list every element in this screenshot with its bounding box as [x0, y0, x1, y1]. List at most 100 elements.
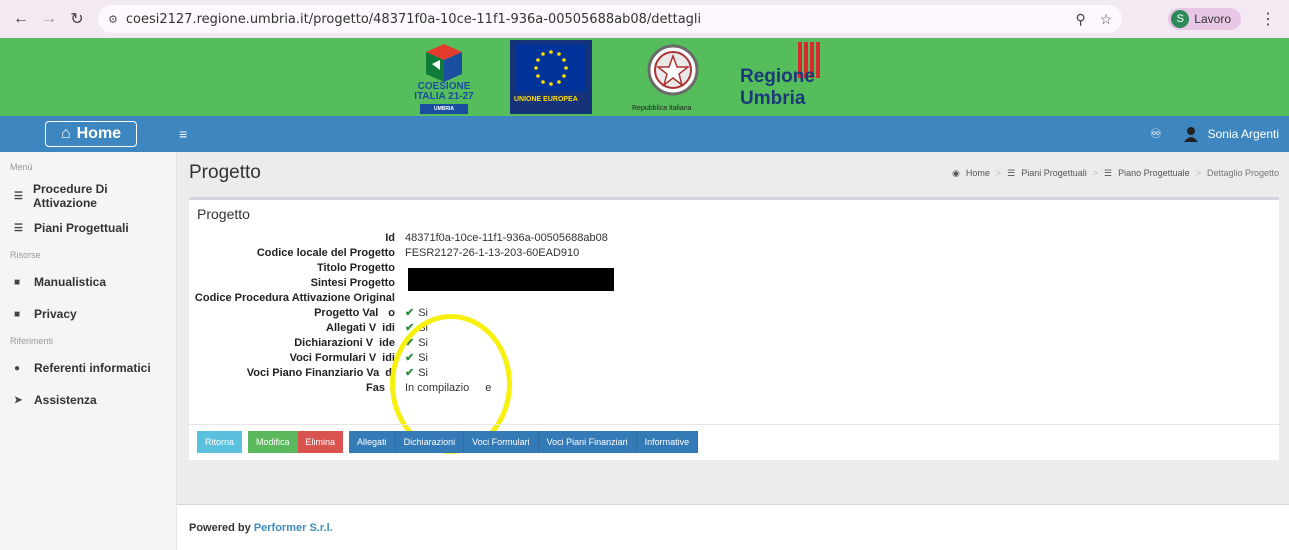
folder-icon: ■: [14, 308, 21, 320]
sign-in-icon: ➤: [14, 394, 23, 406]
sidebar-item-referenti[interactable]: ● Referenti informatici: [0, 352, 176, 384]
detail-row-dichiarazioni: Dichiarazioni Vide ✔ Si: [189, 335, 1279, 350]
breadcrumb-piano[interactable]: Piano Progettuale: [1118, 168, 1190, 178]
breadcrumb-home[interactable]: Home: [966, 168, 990, 178]
detail-row-piano-finanziario: Voci Piano Finanziario Va di ✔ Si: [189, 365, 1279, 380]
list-icon: ☰: [1104, 167, 1113, 178]
dichiarazioni-label: Dichiarazioni Vide: [294, 336, 395, 349]
sidebar-item-manualistica[interactable]: ■ Manualistica: [0, 266, 176, 298]
allegati-button[interactable]: Allegati: [349, 431, 396, 453]
breadcrumb-piani[interactable]: Piani Progettuali: [1021, 168, 1087, 178]
zoom-icon[interactable]: ⚲: [1075, 11, 1085, 28]
sidebar-item-privacy[interactable]: ■ Privacy: [0, 298, 176, 330]
voci-formulari-button[interactable]: Voci Formulari: [464, 431, 539, 453]
sidebar-item-label: Privacy: [34, 307, 77, 321]
browser-toolbar: ← → ↻ ⚙ coesi2127.regione.umbria.it/prog…: [0, 0, 1289, 38]
breadcrumb-separator: >: [1195, 168, 1201, 178]
umbria-label: Regione Umbria: [740, 66, 815, 109]
user-icon: [1183, 127, 1198, 142]
ritorna-button[interactable]: Ritorna: [197, 431, 243, 453]
redaction-block: [408, 268, 614, 291]
profile-button[interactable]: S Lavoro: [1168, 8, 1241, 30]
url-text: coesi2127.regione.umbria.it/progetto/483…: [125, 11, 702, 27]
detail-row-valido: Progetto Val o ✔ Si: [189, 305, 1279, 320]
sidebar-item-label: Procedure Di Attivazione: [32, 182, 108, 210]
coesione-line3: UMBRIA: [420, 104, 468, 114]
home-label: Home: [76, 125, 122, 142]
sidebar: Menù ☰ Procedure Di Attivazione ☰ Piani …: [0, 152, 177, 550]
sidebar-item-label: Piani Progettuali: [34, 221, 129, 235]
fase-label: Fas: [366, 381, 385, 394]
piano-finanziario-label: Voci Piano Finanziario Va di: [246, 366, 395, 379]
list-icon: ☰: [14, 190, 23, 202]
voci-piani-finanziari-button[interactable]: Voci Piani Finanziari: [538, 431, 637, 453]
main-content: Progetto ◉ Home > ☰ Piani Progettuali > …: [177, 152, 1289, 550]
project-detail-box: Progetto Id 48371f0a-10ce-11f1-936a-0050…: [189, 197, 1279, 460]
repubblica-label: Repubblica Italiana: [632, 105, 692, 112]
sidebar-item-procedure[interactable]: ☰ Procedure Di Attivazione: [0, 180, 176, 212]
detail-row-voci-formulari: Voci Formulari Vidi ✔ Si: [189, 350, 1279, 365]
codice-value: FESR2127-26-1-13-203-60EAD910: [405, 246, 580, 259]
breadcrumb: ◉ Home > ☰ Piani Progettuali > ☰ Piano P…: [952, 168, 1279, 179]
breadcrumb-current: Dettaglio Progetto: [1206, 168, 1279, 178]
codice-label: Codice locale del Progetto: [256, 246, 395, 259]
id-value: 48371f0a-10ce-11f1-936a-00505688ab08: [405, 231, 608, 244]
eu-logo: UNIONE EUROPEA: [510, 40, 592, 114]
sidebar-section-risorse: Risorse: [10, 250, 41, 260]
sidebar-item-label: Assistenza: [34, 393, 97, 407]
sidebar-item-assistenza[interactable]: ➤ Assistenza: [0, 384, 176, 416]
detail-list: Id 48371f0a-10ce-11f1-936a-00505688ab08 …: [189, 230, 1279, 395]
sidebar-item-piani[interactable]: ☰ Piani Progettuali: [0, 212, 176, 244]
procedura-label: Codice Procedura Attivazione Original: [194, 291, 395, 304]
coesione-italia-logo: COESIONE ITALIA 21-27 UMBRIA: [412, 42, 476, 114]
performer-link[interactable]: Performer S.r.l.: [254, 522, 333, 534]
modifica-button[interactable]: Modifica: [248, 431, 298, 453]
dashboard-icon: ◉: [952, 167, 960, 178]
breadcrumb-separator: >: [995, 168, 1002, 178]
browser-menu-icon[interactable]: ⋮: [1257, 8, 1279, 30]
detail-row-id: Id 48371f0a-10ce-11f1-936a-00505688ab08: [189, 230, 1279, 245]
allegati-label: Allegati Vidi: [326, 321, 395, 334]
menu-toggle-icon[interactable]: ≡: [179, 126, 187, 142]
folder-icon: ■: [14, 276, 21, 288]
bookmark-star-icon[interactable]: ☆: [1100, 11, 1113, 28]
id-label: Id: [385, 231, 395, 244]
coesione-line2: ITALIA 21-27: [414, 91, 474, 102]
action-toolbar: Ritorna Modifica Elimina Allegati Dichia…: [189, 424, 1279, 459]
titolo-label: Titolo Progetto: [316, 261, 395, 274]
elimina-button[interactable]: Elimina: [297, 431, 344, 453]
user-menu[interactable]: Sonia Argenti: [1183, 126, 1279, 142]
sintesi-label: Sintesi Progetto: [310, 276, 395, 289]
powered-by-text: Powered by: [189, 522, 251, 534]
sidebar-section-riferimenti: Riferimenti: [10, 336, 54, 346]
reload-icon[interactable]: ↻: [66, 8, 88, 30]
valido-value: Si: [418, 306, 428, 319]
profile-name: Lavoro: [1194, 12, 1231, 26]
detail-row-sintesi: Sintesi Progetto: [189, 275, 1279, 290]
profile-avatar: S: [1171, 10, 1190, 28]
informative-button[interactable]: Informative: [636, 431, 699, 453]
eu-label: UNIONE EUROPEA: [514, 96, 578, 103]
valido-label: Progetto Val o: [314, 306, 395, 319]
user-icon: ●: [14, 362, 21, 374]
top-navbar: ⌂ Home ≡ ♾ Sonia Argenti: [0, 116, 1289, 152]
site-settings-icon[interactable]: ⚙: [108, 13, 118, 26]
address-bar[interactable]: ⚙ coesi2127.regione.umbria.it/progetto/4…: [98, 5, 1123, 33]
footer: [177, 504, 1289, 550]
page-title: Progetto: [189, 162, 261, 183]
eu-flag-icon: [516, 44, 586, 92]
repubblica-italiana-logo: Repubblica Italiana: [628, 40, 718, 114]
voci-formulari-label: Voci Formulari Vidi: [289, 351, 395, 364]
header-banner: COESIONE ITALIA 21-27 UMBRIA UNIONE EURO…: [0, 38, 1289, 116]
list-icon: ☰: [14, 222, 23, 234]
detail-row-codice: Codice locale del Progetto FESR2127-26-1…: [189, 245, 1279, 260]
home-button[interactable]: ⌂ Home: [45, 121, 137, 147]
back-arrow-icon[interactable]: ←: [10, 8, 32, 30]
forward-arrow-icon[interactable]: →: [38, 8, 60, 30]
sidebar-section-menu: Menù: [10, 162, 33, 172]
home-icon: ⌂: [60, 125, 71, 142]
breadcrumb-separator: >: [1092, 168, 1099, 178]
dichiarazioni-button[interactable]: Dichiarazioni: [395, 431, 465, 453]
sidebar-item-label: Referenti informatici: [34, 361, 151, 375]
bell-icon[interactable]: ♾: [1150, 126, 1162, 142]
